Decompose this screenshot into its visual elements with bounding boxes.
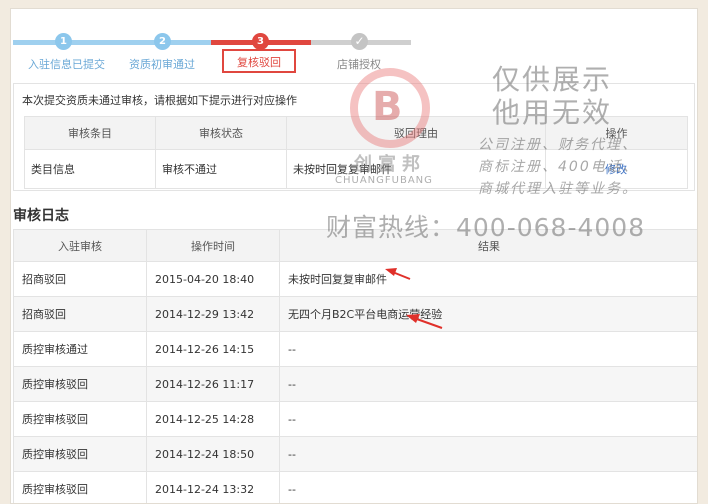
header-reject-reason: 驳回理由 (286, 116, 546, 150)
edit-link[interactable]: 修改 (605, 163, 627, 176)
log-time: 2014-12-24 13:32 (146, 471, 280, 503)
content-panel: 1 2 3 ✓ 入驻信息已提交 资质初审通过 复核驳回 店铺授权 本次提交资质未… (10, 8, 698, 504)
step-2-number: 2 (154, 33, 171, 50)
review-result-box: 本次提交资质未通过审核，请根据如下提示进行对应操作 审核条目 审核状态 驳回理由… (13, 83, 695, 191)
step-2-label: 资质初审通过 (129, 58, 195, 71)
review-notice: 本次提交资质未通过审核，请根据如下提示进行对应操作 (22, 94, 297, 107)
log-result: -- (279, 331, 697, 367)
header-result: 结果 (279, 229, 697, 262)
step-4-check-icon: ✓ (351, 33, 368, 50)
log-result: 未按时回复复审邮件 (279, 261, 697, 297)
reject-reason-cell: 未按时回复复审邮件 (286, 149, 546, 189)
table-row: 招商驳回 2015-04-20 18:40 未按时回复复审邮件 (13, 261, 697, 297)
audit-log-table: 入驻审核 操作时间 结果 招商驳回 2015-04-20 18:40 未按时回复… (13, 229, 697, 503)
table-row: 招商驳回 2014-12-29 13:42 无四个月B2C平台电商运营经验 (13, 296, 697, 332)
log-type: 招商驳回 (13, 296, 147, 332)
log-result: -- (279, 366, 697, 402)
table-row: 质控审核通过 2014-12-26 14:15 -- (13, 331, 697, 367)
step-3-number: 3 (252, 33, 269, 50)
log-time: 2015-04-20 18:40 (146, 261, 280, 297)
header-review-status: 审核状态 (155, 116, 287, 150)
table-row: 质控审核驳回 2014-12-24 13:32 -- (13, 471, 697, 503)
progress-steps: 1 2 3 ✓ 入驻信息已提交 资质初审通过 复核驳回 店铺授权 (11, 9, 697, 79)
log-result: 无四个月B2C平台电商运营经验 (279, 296, 697, 332)
log-type: 质控审核驳回 (13, 401, 147, 437)
header-review-item: 审核条目 (24, 116, 156, 150)
step-4-label: 店铺授权 (337, 58, 381, 71)
log-time: 2014-12-26 14:15 (146, 331, 280, 367)
table-row: 质控审核驳回 2014-12-25 14:28 -- (13, 401, 697, 437)
log-result: -- (279, 401, 697, 437)
review-status-cell: 审核不通过 (155, 149, 287, 189)
review-item-cell: 类目信息 (24, 149, 156, 189)
table-row: 类目信息 审核不通过 未按时回复复审邮件 修改 (24, 149, 688, 189)
header-audit-type: 入驻审核 (13, 229, 147, 262)
log-time: 2014-12-24 18:50 (146, 436, 280, 472)
table-row: 质控审核驳回 2014-12-24 18:50 -- (13, 436, 697, 472)
log-type: 质控审核驳回 (13, 366, 147, 402)
review-result-table: 审核条目 审核状态 驳回理由 操作 类目信息 审核不通过 未按时回复复审邮件 修… (24, 116, 688, 189)
log-result: -- (279, 436, 697, 472)
log-type: 质控审核驳回 (13, 471, 147, 503)
log-time: 2014-12-29 13:42 (146, 296, 280, 332)
log-type: 招商驳回 (13, 261, 147, 297)
audit-log-title: 审核日志 (13, 208, 69, 224)
table-row: 质控审核驳回 2014-12-26 11:17 -- (13, 366, 697, 402)
log-type: 质控审核通过 (13, 331, 147, 367)
header-operation-time: 操作时间 (146, 229, 280, 262)
log-time: 2014-12-26 11:17 (146, 366, 280, 402)
step-1-number: 1 (55, 33, 72, 50)
log-result: -- (279, 471, 697, 503)
log-type: 质控审核驳回 (13, 436, 147, 472)
step-1-label: 入驻信息已提交 (28, 58, 105, 71)
step-3-label-highlighted: 复核驳回 (222, 49, 296, 73)
log-time: 2014-12-25 14:28 (146, 401, 280, 437)
header-action: 操作 (545, 116, 688, 150)
